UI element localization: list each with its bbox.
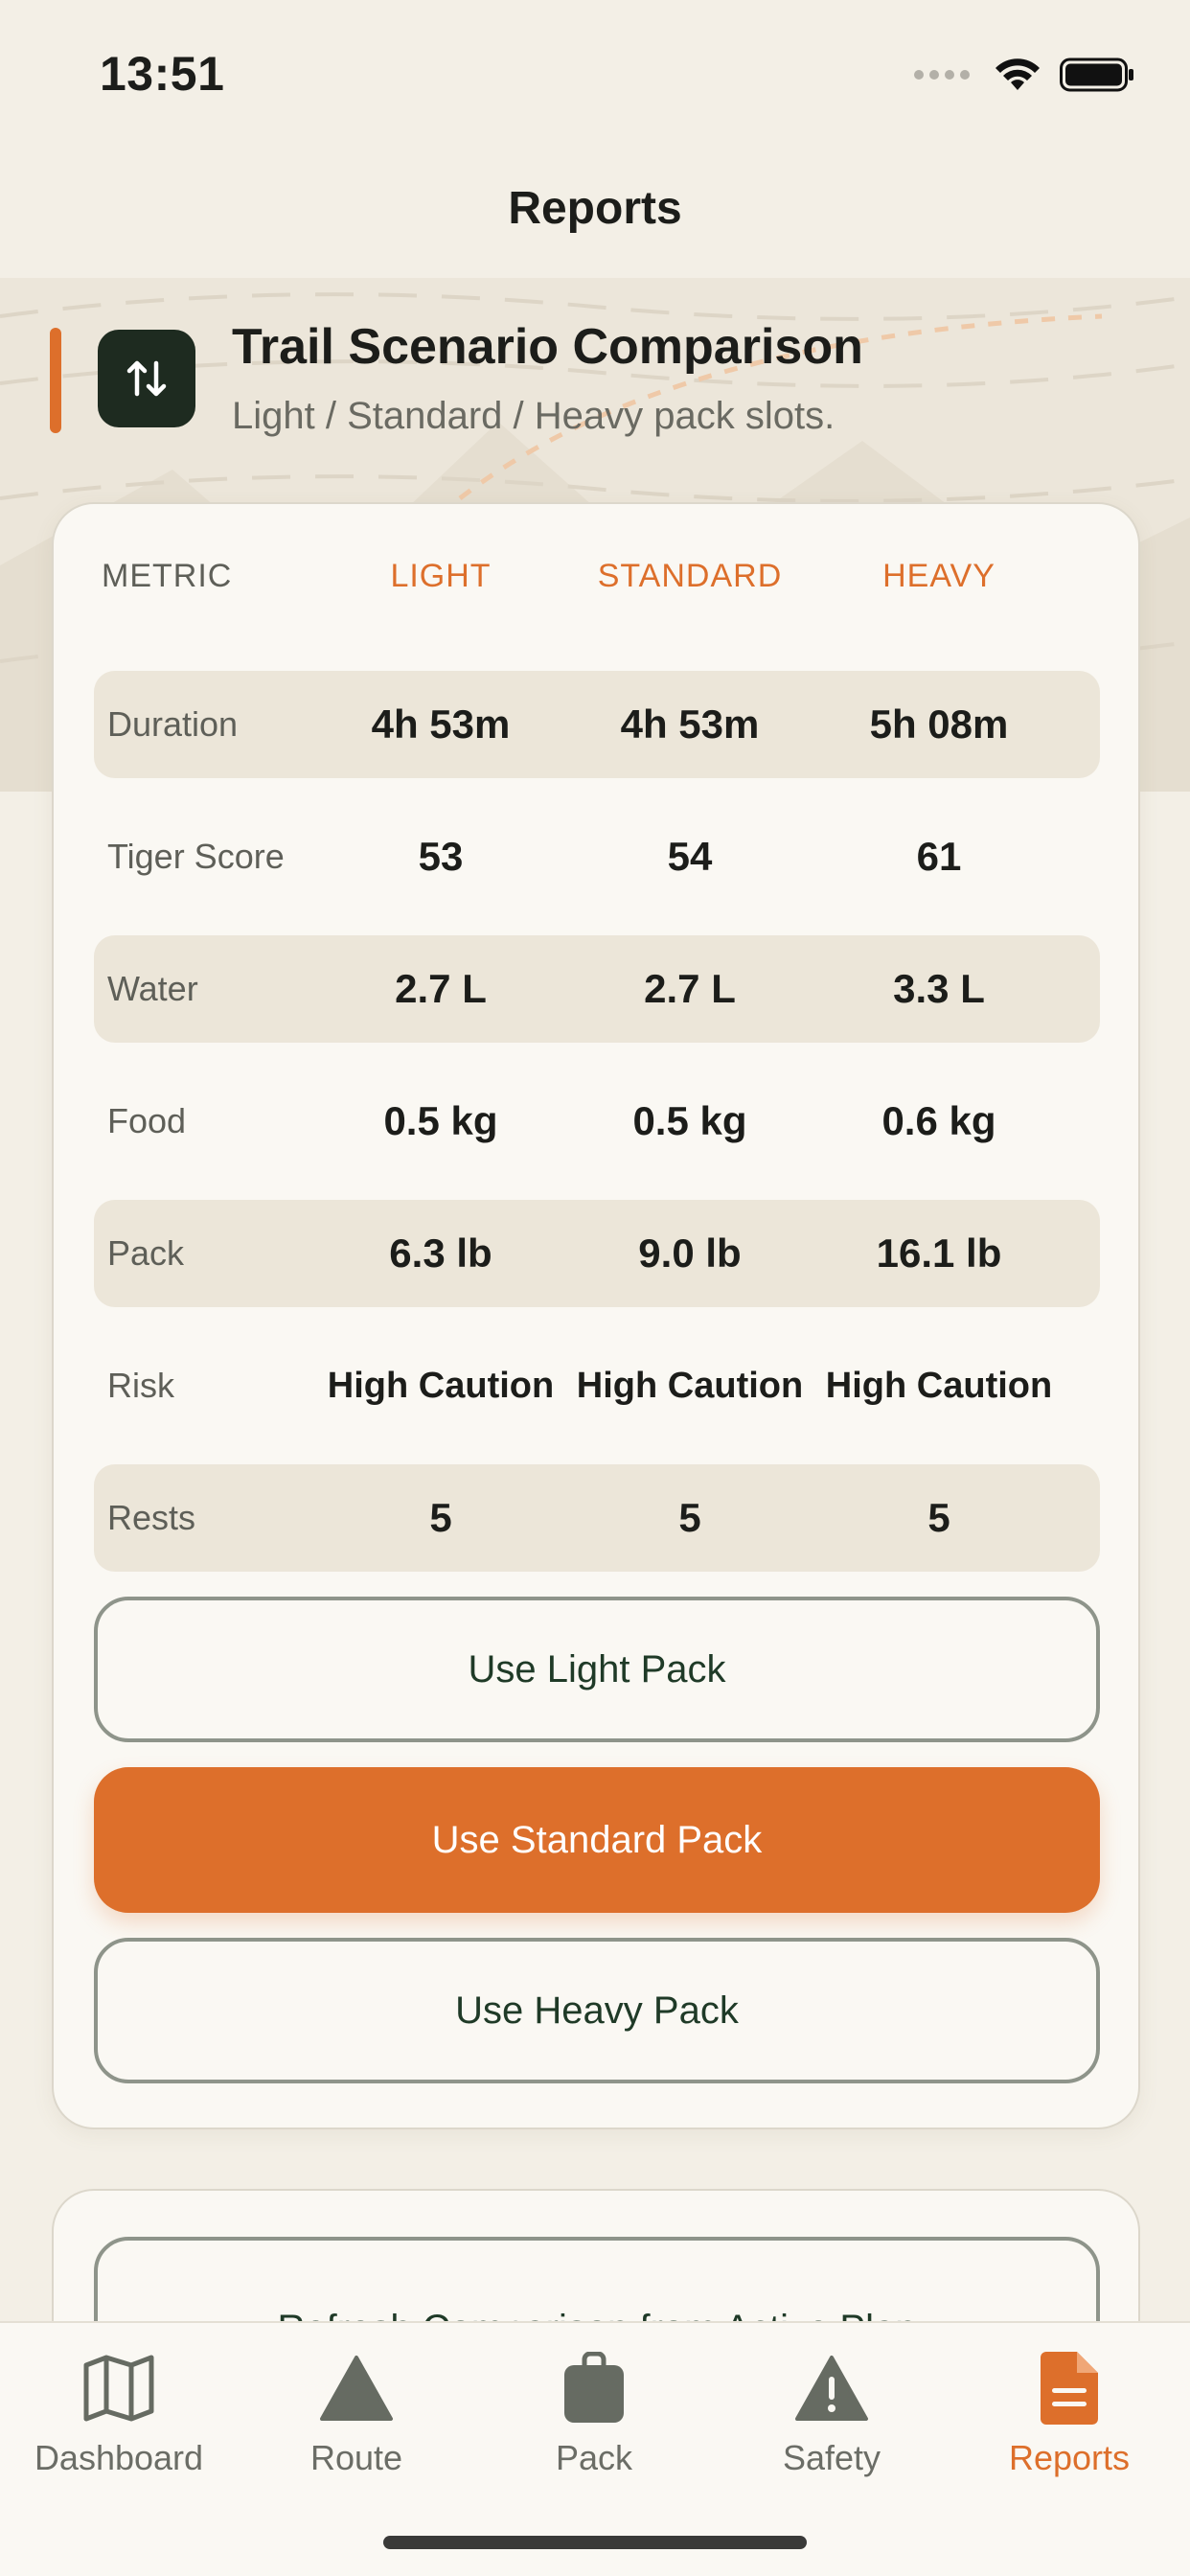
- table-row-tiger-score: Tiger Score 53 54 61: [94, 803, 1100, 910]
- status-bar: 13:51: [0, 0, 1190, 144]
- cell-light: High Caution: [327, 1366, 555, 1406]
- cell-standard: 54: [667, 834, 713, 879]
- use-light-pack-button[interactable]: Use Light Pack: [94, 1597, 1100, 1742]
- cell-light: 4h 53m: [371, 702, 511, 747]
- swap-arrows-icon: [98, 330, 195, 427]
- accent-bar: [50, 328, 61, 433]
- cell-light: 6.3 lb: [389, 1230, 492, 1276]
- page-title: Reports: [508, 183, 682, 234]
- document-icon: [950, 2342, 1188, 2434]
- table-row-water: Water 2.7 L 2.7 L 3.3 L: [94, 935, 1100, 1043]
- backpack-icon: [475, 2342, 713, 2434]
- cell-heavy: 0.6 kg: [881, 1098, 996, 1143]
- cell-heavy: High Caution: [825, 1366, 1053, 1406]
- row-label: Water: [107, 969, 198, 1008]
- use-heavy-pack-button[interactable]: Use Heavy Pack: [94, 1938, 1100, 2083]
- section-subtitle: Light / Standard / Heavy pack slots.: [232, 395, 835, 437]
- tab-label: Pack: [555, 2438, 633, 2477]
- tab-route[interactable]: Route: [238, 2342, 475, 2496]
- use-standard-pack-button[interactable]: Use Standard Pack: [94, 1767, 1100, 1913]
- table-row-risk: Risk High Caution High Caution High Caut…: [94, 1332, 1100, 1439]
- mountain-icon: [238, 2342, 475, 2434]
- cell-light: 0.5 kg: [383, 1098, 498, 1143]
- cell-heavy: 5h 08m: [869, 702, 1009, 747]
- tab-label: Reports: [1008, 2438, 1131, 2477]
- wifi-icon: [995, 58, 1040, 90]
- column-header-standard: STANDARD: [597, 558, 783, 594]
- cell-light: 53: [418, 834, 464, 879]
- table-row-pack: Pack 6.3 lb 9.0 lb 16.1 lb: [94, 1200, 1100, 1307]
- cell-heavy: 3.3 L: [893, 966, 985, 1011]
- cell-heavy: 61: [916, 834, 962, 879]
- table-row-duration: Duration 4h 53m 4h 53m 5h 08m: [94, 671, 1100, 778]
- row-label: Duration: [107, 704, 239, 744]
- cell-standard: 4h 53m: [620, 702, 760, 747]
- tab-safety[interactable]: Safety: [713, 2342, 950, 2496]
- cell-standard: 2.7 L: [644, 966, 736, 1011]
- cell-standard: 5: [678, 1495, 701, 1540]
- row-label: Pack: [107, 1233, 185, 1273]
- cell-heavy: 16.1 lb: [876, 1230, 1002, 1276]
- map-icon: [0, 2342, 238, 2434]
- tab-label: Route: [309, 2438, 403, 2477]
- row-label: Food: [107, 1101, 187, 1140]
- tab-reports[interactable]: Reports: [950, 2342, 1188, 2496]
- cellular-signal-icon: [914, 70, 970, 80]
- section-title: Trail Scenario Comparison: [232, 319, 863, 375]
- tab-label: Safety: [782, 2438, 881, 2477]
- cell-light: 5: [429, 1495, 452, 1540]
- row-label: Rests: [107, 1498, 196, 1537]
- column-header-light: LIGHT: [390, 558, 492, 594]
- table-header: METRIC LIGHT STANDARD HEAVY: [94, 558, 1100, 615]
- cell-heavy: 5: [927, 1495, 950, 1540]
- cell-standard: 0.5 kg: [632, 1098, 747, 1143]
- status-time: 13:51: [100, 47, 225, 101]
- status-icons: [914, 56, 1134, 94]
- cell-standard: 9.0 lb: [638, 1230, 742, 1276]
- table-row-food: Food 0.5 kg 0.5 kg 0.6 kg: [94, 1068, 1100, 1175]
- tab-label: Dashboard: [34, 2438, 204, 2477]
- screen: 13:51 Reports Trail Scenario Comparison …: [0, 0, 1190, 2576]
- comparison-card: METRIC LIGHT STANDARD HEAVY Duration 4h …: [52, 502, 1140, 2129]
- column-header-metric: METRIC: [102, 558, 233, 594]
- cell-standard: High Caution: [576, 1366, 804, 1406]
- row-label: Risk: [107, 1366, 174, 1405]
- home-indicator: [383, 2536, 807, 2549]
- battery-icon: [1060, 58, 1133, 92]
- table-row-rests: Rests 5 5 5: [94, 1464, 1100, 1572]
- column-header-heavy: HEAVY: [882, 558, 995, 594]
- tab-pack[interactable]: Pack: [475, 2342, 713, 2496]
- tab-dashboard[interactable]: Dashboard: [0, 2342, 238, 2496]
- warning-icon: [713, 2342, 950, 2434]
- cell-light: 2.7 L: [395, 966, 487, 1011]
- row-label: Tiger Score: [107, 837, 285, 876]
- section-header: Trail Scenario Comparison Light / Standa…: [0, 316, 1190, 441]
